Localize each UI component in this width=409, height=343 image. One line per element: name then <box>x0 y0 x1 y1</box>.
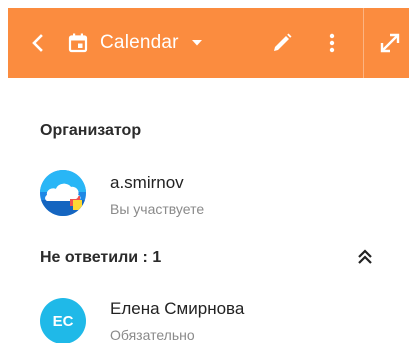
calendar-label: Calendar <box>100 32 179 53</box>
calendar-selector[interactable]: Calendar <box>68 29 203 57</box>
event-details-page: Calendar Организатор a.smirnov Вы участв… <box>0 0 409 343</box>
expand-button[interactable] <box>378 31 402 55</box>
expand-icon <box>380 33 400 53</box>
cloud-avatar-icon[interactable] <box>40 170 86 216</box>
toolbar-divider <box>363 8 364 78</box>
event-toolbar: Calendar <box>8 8 409 78</box>
more-vertical-icon <box>329 33 335 53</box>
no-answer-section-title: Не ответили : 1 <box>40 249 162 266</box>
attendee-status: Обязательно <box>110 327 195 343</box>
collapse-button[interactable] <box>355 247 375 267</box>
more-options-button[interactable] <box>320 31 344 55</box>
back-button[interactable] <box>26 31 50 55</box>
pencil-icon <box>274 33 292 51</box>
attendee-name[interactable]: Елена Смирнова <box>110 299 244 319</box>
organizer-section-title: Организатор <box>40 122 142 139</box>
chevron-left-icon <box>32 34 43 52</box>
double-chevron-up-icon <box>358 249 372 264</box>
organizer-name[interactable]: a.smirnov <box>110 173 184 193</box>
calendar-icon <box>68 33 88 53</box>
edit-button[interactable] <box>270 31 294 55</box>
organizer-status: Вы участвуете <box>110 201 205 217</box>
attendee-avatar[interactable]: ЕС <box>40 298 86 343</box>
caret-down-icon <box>191 39 203 47</box>
